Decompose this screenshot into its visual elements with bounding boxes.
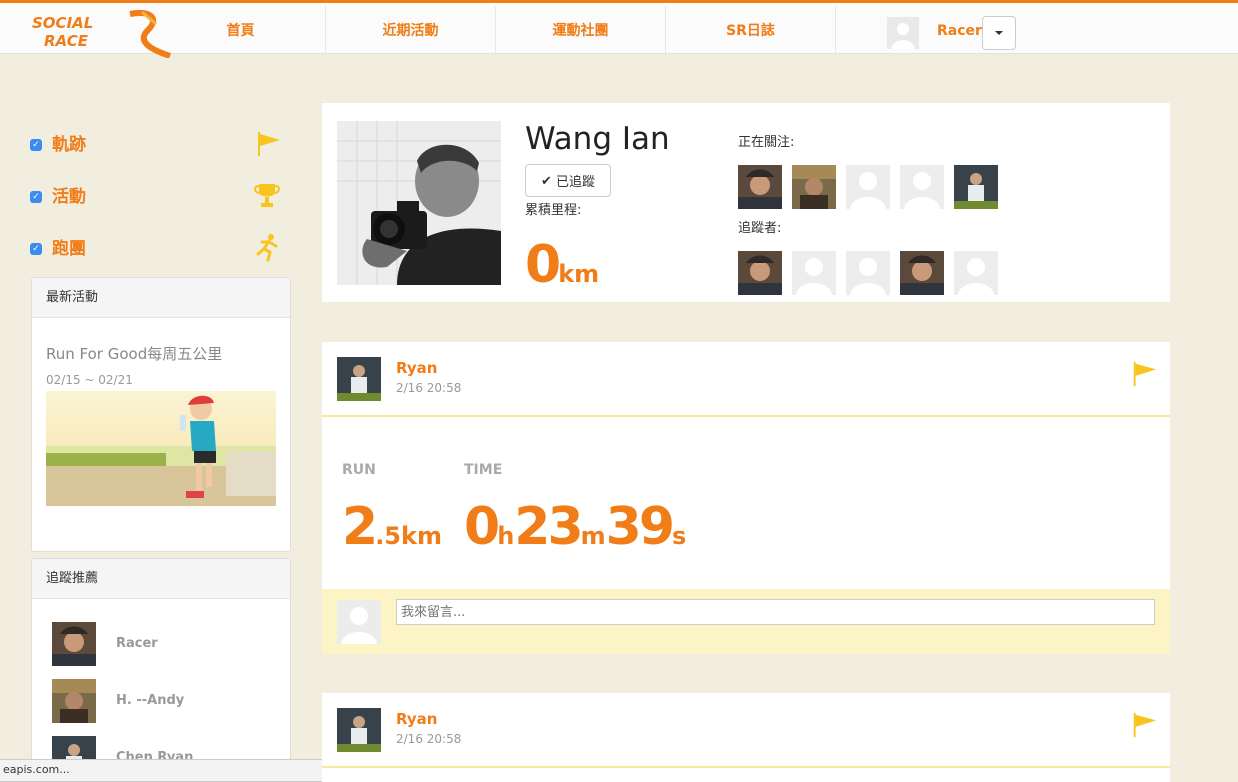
- trophy-icon: [254, 184, 280, 207]
- flag-icon: [258, 132, 280, 156]
- recommendation-item[interactable]: Racer: [52, 622, 272, 666]
- follower-avatar[interactable]: [792, 251, 836, 295]
- filter-activities-label: 活動: [52, 187, 86, 207]
- filter-tracks-checkbox[interactable]: ✓: [30, 139, 42, 151]
- run-duration-value: 0h23m39s: [464, 497, 687, 557]
- nav-home[interactable]: 首頁: [156, 6, 326, 54]
- check-icon: ✔: [541, 172, 552, 188]
- post-author[interactable]: Ryan: [396, 710, 437, 728]
- following-avatar[interactable]: [792, 165, 836, 209]
- top-navbar: SOCIAL RACE 首頁 近期活動 運動社團 SR日誌 Racer: [0, 0, 1238, 58]
- caret-down-icon: [995, 31, 1003, 35]
- followers-label: 追蹤者:: [738, 221, 782, 236]
- following-button-label: 已追蹤: [555, 174, 595, 189]
- user-menu-dropdown-button[interactable]: [982, 16, 1016, 50]
- filter-running-groups-checkbox[interactable]: ✓: [30, 243, 42, 255]
- nav-recent-events[interactable]: 近期活動: [326, 6, 496, 54]
- latest-activity-heading: 最新活動: [32, 278, 290, 318]
- post-divider: [322, 766, 1170, 768]
- profile-card: Wang Ian ✔ 已追蹤 累積里程: 0km 正在關注: 追蹤者:: [322, 103, 1170, 302]
- filter-activities[interactable]: ✓ 活動: [30, 180, 282, 210]
- following-avatar[interactable]: [900, 165, 944, 209]
- filter-running-groups[interactable]: ✓ 跑團: [30, 232, 282, 262]
- nav-sports-clubs[interactable]: 運動社團: [496, 6, 666, 54]
- run-label: RUN: [342, 462, 376, 478]
- post-author[interactable]: Ryan: [396, 359, 437, 377]
- flag-icon: [1133, 712, 1157, 738]
- avatar[interactable]: [52, 622, 96, 666]
- total-distance-value: 0km: [525, 235, 600, 295]
- nav-user-avatar[interactable]: [887, 17, 919, 49]
- activity-post: Ryan 2/16 20:58: [322, 693, 1170, 782]
- following-avatar[interactable]: [738, 165, 782, 209]
- recommendation-name[interactable]: Racer: [116, 636, 158, 651]
- following-avatar[interactable]: [954, 165, 998, 209]
- recommendations-heading: 追蹤推薦: [32, 559, 290, 599]
- follower-avatar[interactable]: [900, 251, 944, 295]
- nav-username[interactable]: Racer: [937, 23, 982, 39]
- post-time: 2/16 20:58: [396, 381, 462, 395]
- comment-input[interactable]: [396, 599, 1155, 625]
- flag-icon: [1133, 361, 1157, 387]
- post-divider: [322, 415, 1170, 417]
- activity-title[interactable]: Run For Good每周五公里: [46, 343, 222, 364]
- recommendation-item[interactable]: H. --Andy: [52, 679, 272, 723]
- comment-bar: [322, 589, 1170, 654]
- filter-tracks-label: 軌跡: [52, 135, 86, 155]
- avatar[interactable]: [337, 357, 381, 401]
- avatar[interactable]: [337, 708, 381, 752]
- runner-icon: [256, 234, 278, 262]
- follower-avatar[interactable]: [738, 251, 782, 295]
- profile-photo[interactable]: [337, 121, 501, 285]
- filter-tracks[interactable]: ✓ 軌跡: [30, 128, 282, 158]
- total-distance-label: 累積里程:: [525, 203, 582, 218]
- follow-recommendations-panel: 追蹤推薦 Racer H. --Andy Chen Ryan: [31, 558, 291, 782]
- following-label: 正在關注:: [738, 135, 795, 150]
- avatar[interactable]: [52, 679, 96, 723]
- latest-activity-panel: 最新活動 Run For Good每周五公里 02/15 ~ 02/21: [31, 277, 291, 552]
- post-time: 2/16 20:58: [396, 732, 462, 746]
- activity-post: Ryan 2/16 20:58 RUN TIME 2.5km 0h23m39s: [322, 342, 1170, 654]
- activity-banner-image[interactable]: [46, 391, 276, 506]
- following-toggle-button[interactable]: ✔ 已追蹤: [525, 164, 611, 197]
- profile-name: Wang Ian: [525, 121, 670, 157]
- follower-avatar[interactable]: [954, 251, 998, 295]
- recommendation-name[interactable]: H. --Andy: [116, 693, 184, 708]
- activity-date-range: 02/15 ~ 02/21: [46, 373, 133, 387]
- social-race-logo[interactable]: SOCIAL RACE: [30, 8, 175, 58]
- follower-avatar[interactable]: [846, 251, 890, 295]
- time-label: TIME: [464, 462, 503, 478]
- logo-text-line1: SOCIAL: [32, 14, 94, 32]
- avatar: [337, 600, 381, 644]
- status-bar-url: eapis.com...: [0, 759, 367, 782]
- filter-activities-checkbox[interactable]: ✓: [30, 191, 42, 203]
- run-distance-value: 2.5km: [342, 497, 442, 557]
- filter-running-groups-label: 跑團: [52, 239, 86, 259]
- nav-sr-journal[interactable]: SR日誌: [666, 6, 836, 54]
- logo-text-line2: RACE: [44, 32, 88, 50]
- following-avatar[interactable]: [846, 165, 890, 209]
